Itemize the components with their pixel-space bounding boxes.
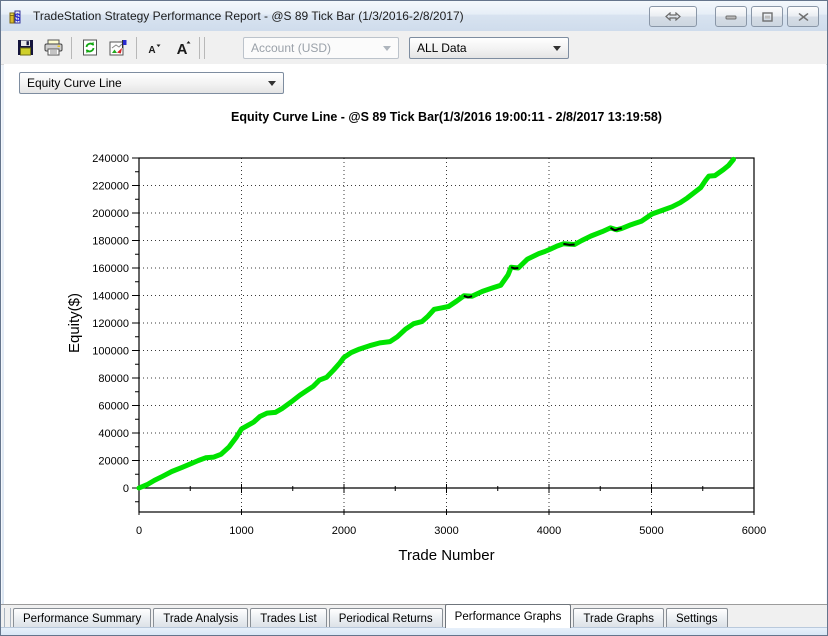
data-range-dropdown-value: ALL Data xyxy=(417,41,467,55)
restore-button[interactable] xyxy=(751,6,783,27)
export-report-icon xyxy=(109,39,128,56)
tab-bar: Performance SummaryTrade AnalysisTrades … xyxy=(1,604,827,628)
tab-performance-summary[interactable]: Performance Summary xyxy=(13,608,151,628)
tab-periodical-returns[interactable]: Periodical Returns xyxy=(329,608,443,628)
y-tick-label: 140000 xyxy=(92,291,129,303)
equity-curve-line xyxy=(139,159,734,488)
small-a-icon: A xyxy=(147,40,163,56)
report-content: Equity Curve Line Equity Curve Line - @S… xyxy=(4,64,826,604)
close-button[interactable] xyxy=(787,6,819,27)
floppy-disk-icon xyxy=(17,39,34,56)
x-tick-label: 2000 xyxy=(332,525,356,537)
graph-type-dropdown-value: Equity Curve Line xyxy=(27,76,122,90)
minimize-button[interactable] xyxy=(715,6,747,27)
y-tick-label: 220000 xyxy=(92,181,129,193)
x-tick-label: 1000 xyxy=(229,525,253,537)
increase-font-button[interactable]: A xyxy=(170,36,196,60)
y-axis-title: Equity($) xyxy=(66,293,83,353)
svg-text:A: A xyxy=(177,41,188,56)
y-tick-label: 180000 xyxy=(92,236,129,248)
expand-width-button[interactable] xyxy=(649,6,697,27)
y-tick-label: 240000 xyxy=(92,153,129,165)
y-tick-label: 160000 xyxy=(92,263,129,275)
account-dropdown-value: Account (USD) xyxy=(251,41,331,55)
svg-text:$: $ xyxy=(14,12,20,24)
export-report-button[interactable] xyxy=(105,36,131,60)
chevron-down-icon xyxy=(553,46,561,51)
chevron-down-icon xyxy=(383,46,391,51)
y-tick-label: 100000 xyxy=(92,346,129,358)
app-icon: $ xyxy=(9,8,27,24)
y-tick-label: 60000 xyxy=(98,401,129,413)
y-tick-label: 40000 xyxy=(98,428,129,440)
data-range-dropdown[interactable]: ALL Data xyxy=(409,37,569,59)
y-tick-label: 200000 xyxy=(92,208,129,220)
chevron-down-icon xyxy=(268,81,276,86)
large-a-icon: A xyxy=(174,39,192,56)
graph-type-dropdown[interactable]: Equity Curve Line xyxy=(19,72,284,94)
title-bar[interactable]: $ TradeStation Strategy Performance Repo… xyxy=(1,1,827,31)
refresh-page-icon xyxy=(82,39,98,56)
account-dropdown[interactable]: Account (USD) xyxy=(243,37,399,59)
refresh-button[interactable] xyxy=(77,36,103,60)
x-axis-title: Trade Number xyxy=(398,547,494,564)
tradestation-report-window: $ TradeStation Strategy Performance Repo… xyxy=(0,0,828,636)
drawdown-segment xyxy=(511,267,518,268)
decrease-font-button[interactable]: A xyxy=(142,36,168,60)
x-tick-label: 5000 xyxy=(639,525,663,537)
printer-icon xyxy=(44,39,63,56)
tab-performance-graphs[interactable]: Performance Graphs xyxy=(445,604,572,628)
chart-title: Equity Curve Line - @S 89 Tick Bar(1/3/2… xyxy=(119,110,774,124)
equity-chart-svg: 0200004000060000800001000001200001400001… xyxy=(59,143,775,583)
x-tick-label: 3000 xyxy=(434,525,458,537)
tab-settings[interactable]: Settings xyxy=(666,608,728,628)
svg-text:A: A xyxy=(148,45,155,56)
print-button[interactable] xyxy=(40,36,66,60)
y-tick-label: 80000 xyxy=(98,373,129,385)
status-bar xyxy=(1,627,827,636)
y-tick-label: 120000 xyxy=(92,318,129,330)
window-title: TradeStation Strategy Performance Report… xyxy=(33,9,464,23)
save-button[interactable] xyxy=(12,36,38,60)
x-tick-label: 4000 xyxy=(537,525,561,537)
y-tick-label: 20000 xyxy=(98,456,129,468)
x-tick-label: 6000 xyxy=(742,525,766,537)
tab-bar-grip[interactable] xyxy=(4,608,11,628)
toolbar: A A Account (USD) ALL Data xyxy=(1,31,827,65)
tab-trade-analysis[interactable]: Trade Analysis xyxy=(153,608,248,628)
y-tick-label: 0 xyxy=(123,483,129,495)
drawdown-segment xyxy=(563,244,574,245)
tab-trade-graphs[interactable]: Trade Graphs xyxy=(573,608,664,628)
x-tick-label: 0 xyxy=(136,525,142,537)
tab-trades-list[interactable]: Trades List xyxy=(250,608,326,628)
